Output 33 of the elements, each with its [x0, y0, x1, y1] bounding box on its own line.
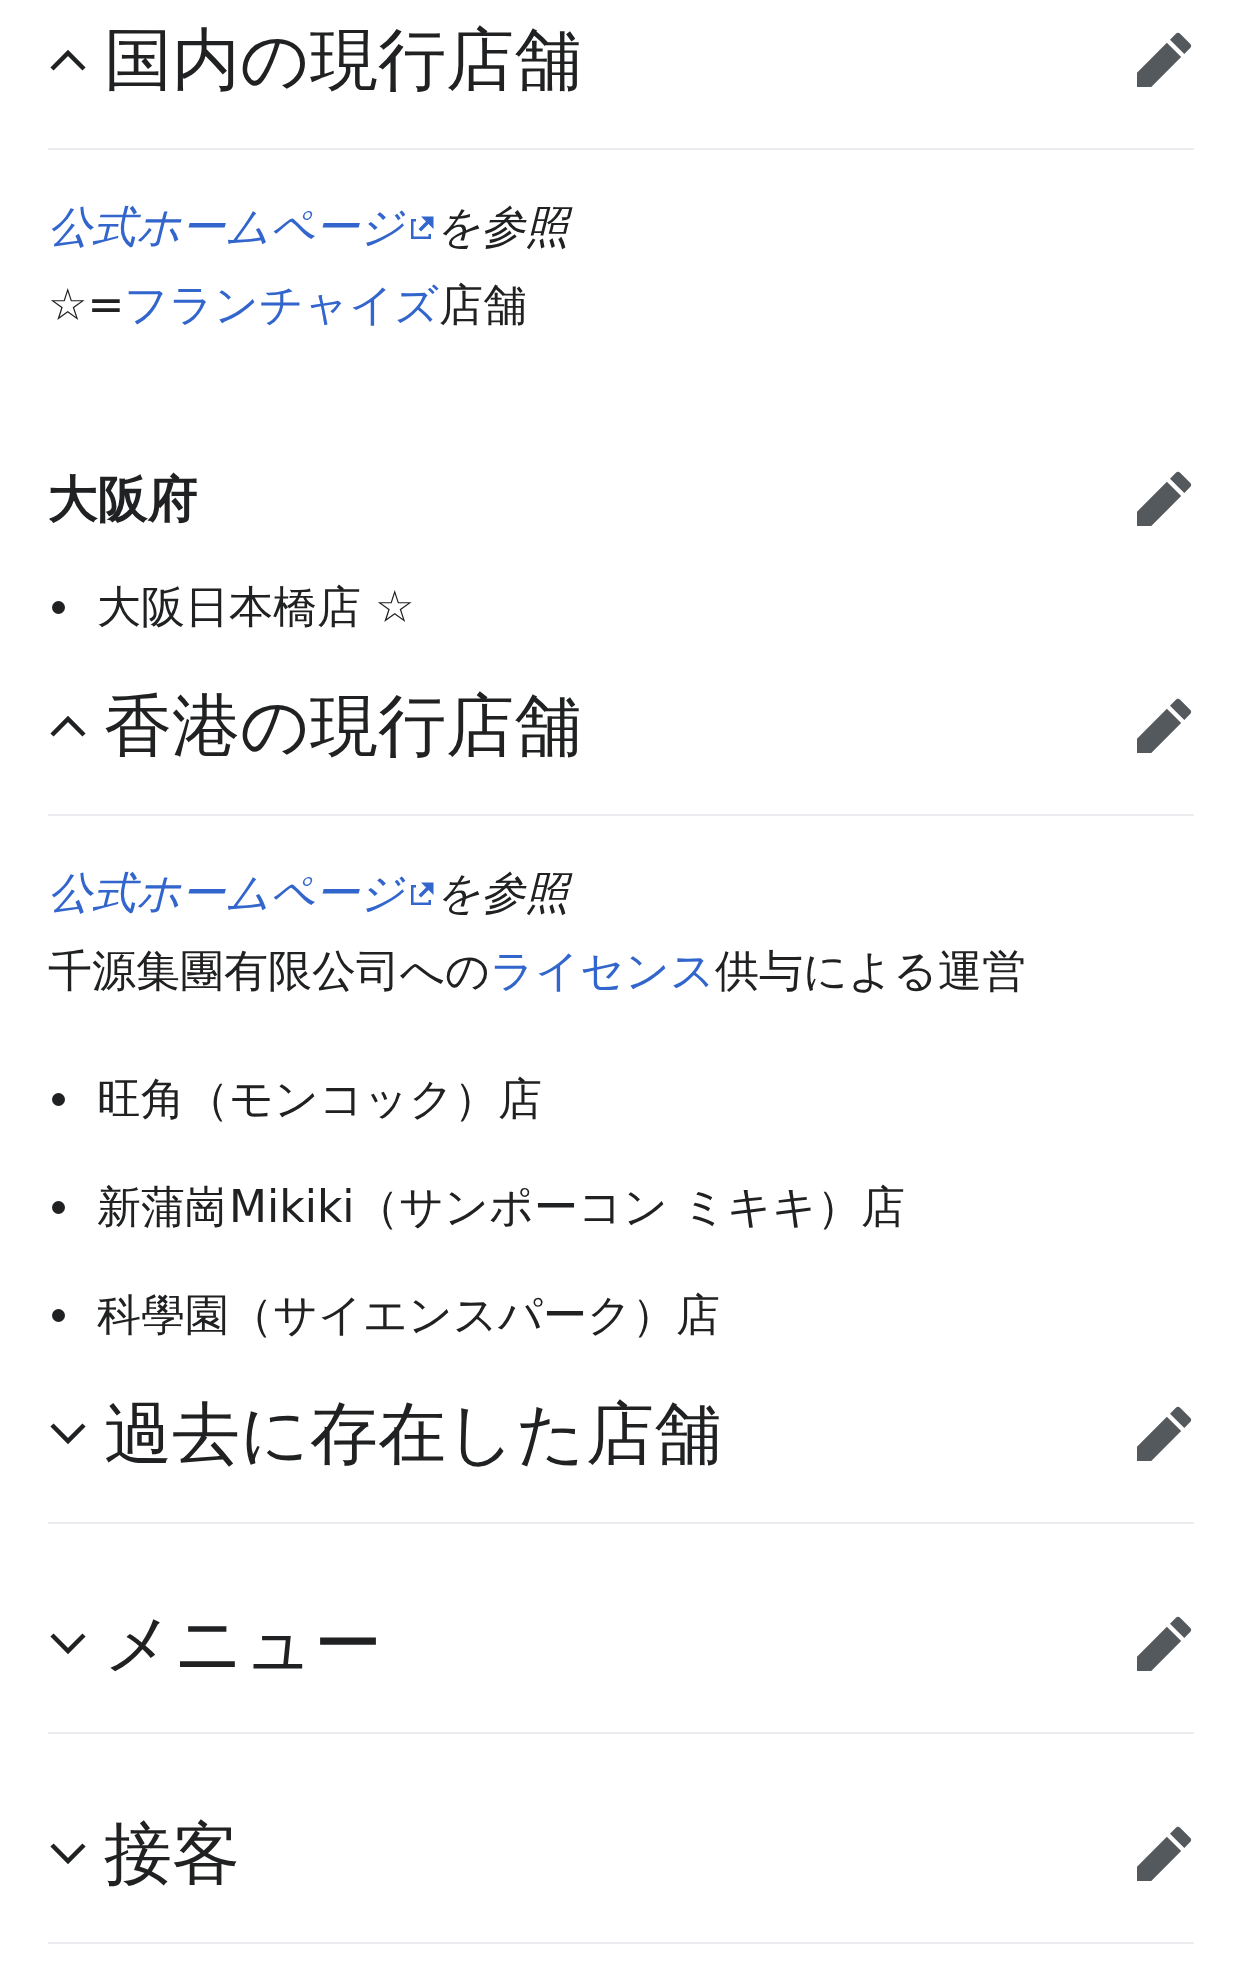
chevron-down-icon[interactable] — [48, 1421, 88, 1447]
link[interactable]: フランチャイズ — [124, 279, 440, 330]
list-item: 新蒲崗Mikiki（サンポーコン ミキキ）店 — [97, 1180, 905, 1234]
section-heading[interactable]: メニュー — [104, 1604, 1134, 1684]
section-heading[interactable]: 接客 — [104, 1814, 1134, 1894]
chevron-up-icon[interactable] — [48, 713, 88, 739]
edit-icon[interactable] — [1134, 1404, 1194, 1464]
edit-icon[interactable] — [1134, 469, 1194, 529]
external-link[interactable]: 公式ホームページ — [48, 867, 436, 918]
section-heading[interactable]: 香港の現行店舗 — [104, 686, 1134, 766]
list-item: 旺角（モンコック）店 — [97, 1072, 542, 1126]
subsection-heading: 大阪府 — [48, 469, 198, 529]
section-heading[interactable]: 国内の現行店舗 — [104, 20, 1134, 100]
edit-icon[interactable] — [1134, 696, 1194, 756]
bullet-icon — [52, 1308, 65, 1322]
paragraph: 千源集團有限公司へのライセンス供与による運営 — [48, 944, 1027, 998]
list-item: 大阪日本橋店 ☆ — [97, 580, 415, 634]
list-item: 科學園（サイエンスパーク）店 — [97, 1288, 720, 1342]
edit-icon[interactable] — [1134, 1824, 1194, 1884]
edit-icon[interactable] — [1134, 1614, 1194, 1674]
edit-icon[interactable] — [1134, 30, 1194, 90]
bullet-icon — [52, 600, 65, 614]
chevron-down-icon[interactable] — [48, 1841, 88, 1867]
section-heading[interactable]: 過去に存在した店舗 — [104, 1394, 1134, 1474]
link[interactable]: ライセンス — [490, 945, 715, 996]
bullet-icon — [52, 1092, 65, 1106]
hatnote: 公式ホームページ を参照 — [48, 854, 1194, 932]
chevron-down-icon[interactable] — [48, 1631, 88, 1657]
chevron-up-icon[interactable] — [48, 47, 88, 73]
bullet-icon — [52, 1200, 65, 1214]
paragraph: ☆=フランチャイズ店舗 — [48, 278, 529, 332]
hatnote: 公式ホームページ を参照 — [48, 188, 1194, 266]
external-link[interactable]: 公式ホームページ — [48, 201, 436, 252]
